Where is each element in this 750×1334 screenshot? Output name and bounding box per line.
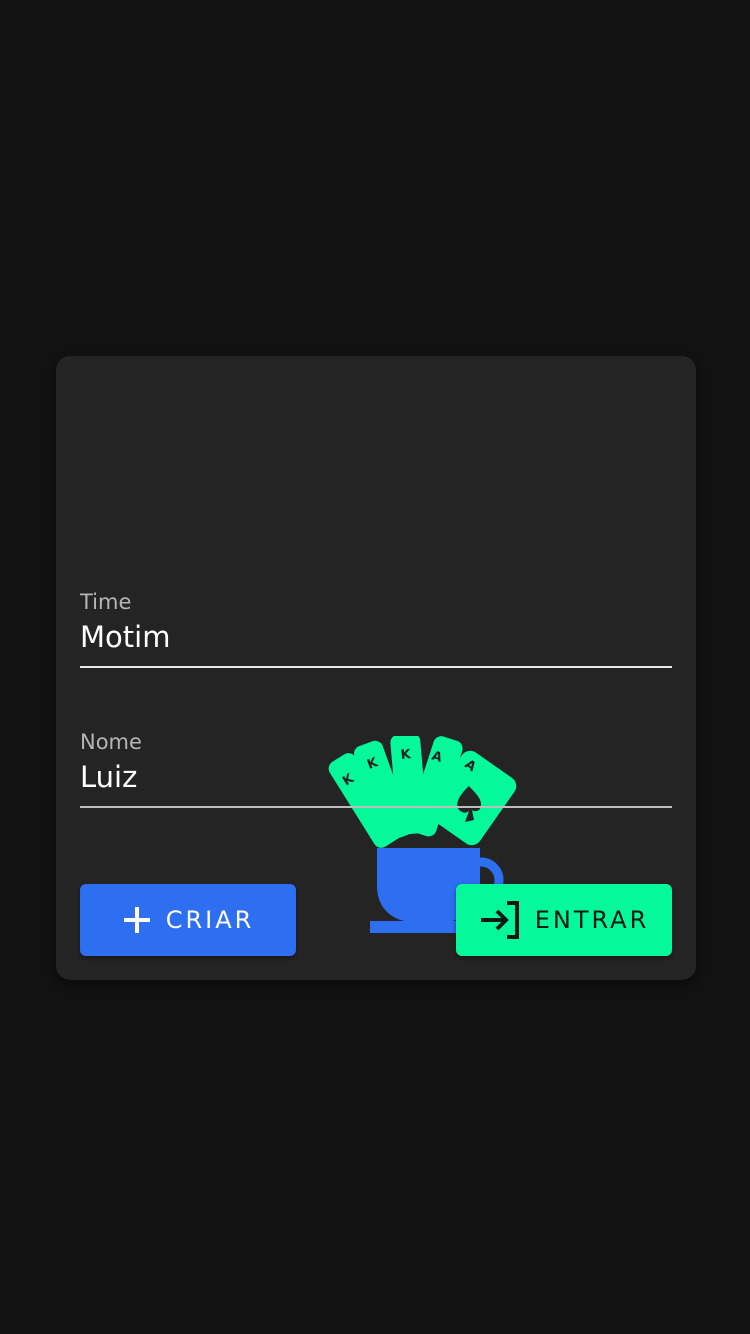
login-card: K K K A A Time Motim Nome Luiz CRIAR ENT… [56, 356, 696, 980]
create-button-label: CRIAR [165, 906, 255, 934]
name-input[interactable]: Luiz [80, 760, 672, 806]
create-button[interactable]: CRIAR [80, 884, 296, 956]
name-underline [80, 806, 672, 808]
team-underline [80, 666, 672, 668]
join-button-label: ENTRAR [534, 906, 650, 934]
plus-icon [123, 907, 150, 933]
team-label: Time [80, 590, 132, 614]
join-button[interactable]: ENTRAR [456, 884, 672, 956]
name-field[interactable]: Nome Luiz [80, 730, 672, 808]
name-label: Nome [80, 730, 142, 754]
team-input[interactable]: Motim [80, 620, 672, 666]
login-icon [480, 901, 519, 939]
team-field[interactable]: Time Motim [80, 590, 672, 668]
